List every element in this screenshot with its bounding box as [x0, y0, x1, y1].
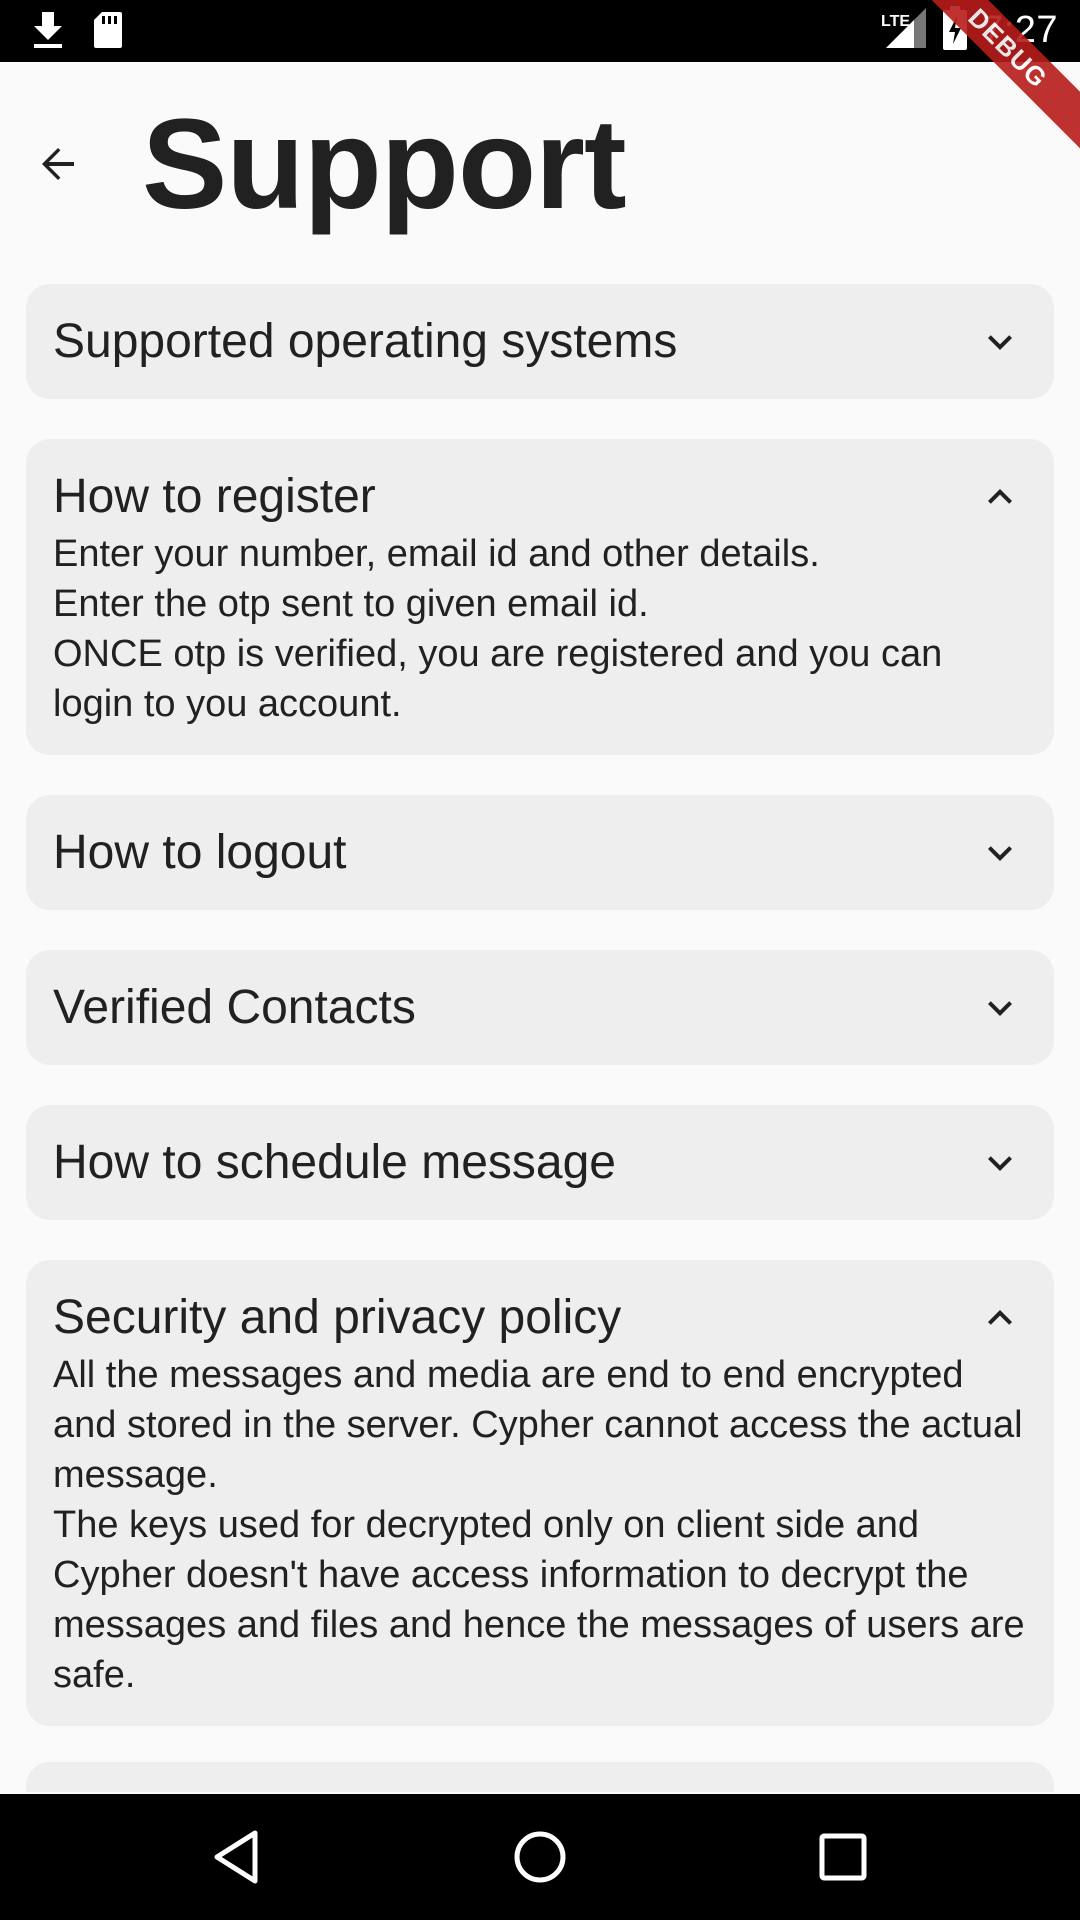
- header: Support: [0, 62, 1080, 272]
- faq-item-partial[interactable]: [26, 1762, 1054, 1792]
- faq-item-schedule-message[interactable]: How to schedule message: [26, 1105, 1054, 1220]
- status-bar: LTE 7:27: [0, 0, 1080, 62]
- faq-list: Supported operating systems How to regis…: [26, 284, 1054, 1766]
- faq-title: Security and privacy policy: [53, 1291, 622, 1344]
- sd-card-icon: [92, 10, 124, 55]
- chevron-down-icon: [988, 846, 1012, 861]
- faq-item-logout[interactable]: How to logout: [26, 795, 1054, 910]
- chevron-up-icon: [988, 1310, 1012, 1325]
- chevron-down-icon: [988, 1001, 1012, 1016]
- chevron-down-icon: [988, 335, 1012, 350]
- faq-body: Enter your number, email id and other de…: [53, 533, 943, 725]
- chevron-down-icon: [988, 1156, 1012, 1171]
- back-button[interactable]: [26, 132, 90, 196]
- faq-title: How to register: [53, 470, 376, 523]
- faq-item-security-privacy[interactable]: Security and privacy policy All the mess…: [26, 1260, 1054, 1726]
- home-circle-icon: [514, 1831, 566, 1883]
- arrow-back-icon: [42, 148, 74, 180]
- chevron-up-icon: [988, 489, 1012, 504]
- page-title: Support: [142, 93, 627, 236]
- faq-item-supported-os[interactable]: Supported operating systems: [26, 284, 1054, 399]
- nav-home-button[interactable]: [505, 1822, 575, 1892]
- faq-body: All the messages and media are end to en…: [53, 1354, 1025, 1696]
- nav-back-button[interactable]: [202, 1822, 272, 1892]
- back-triangle-icon: [214, 1830, 258, 1884]
- signal-icon: [884, 6, 928, 55]
- download-icon: [32, 10, 64, 55]
- faq-item-verified-contacts[interactable]: Verified Contacts: [26, 950, 1054, 1065]
- faq-item-register[interactable]: How to register Enter your number, email…: [26, 439, 1054, 755]
- navigation-bar: [0, 1794, 1080, 1920]
- faq-title: Verified Contacts: [53, 981, 416, 1034]
- nav-recents-button[interactable]: [808, 1822, 878, 1892]
- faq-title: Supported operating systems: [53, 315, 678, 368]
- recents-square-icon: [819, 1833, 867, 1881]
- faq-title: How to schedule message: [53, 1136, 616, 1189]
- faq-title: How to logout: [53, 826, 347, 879]
